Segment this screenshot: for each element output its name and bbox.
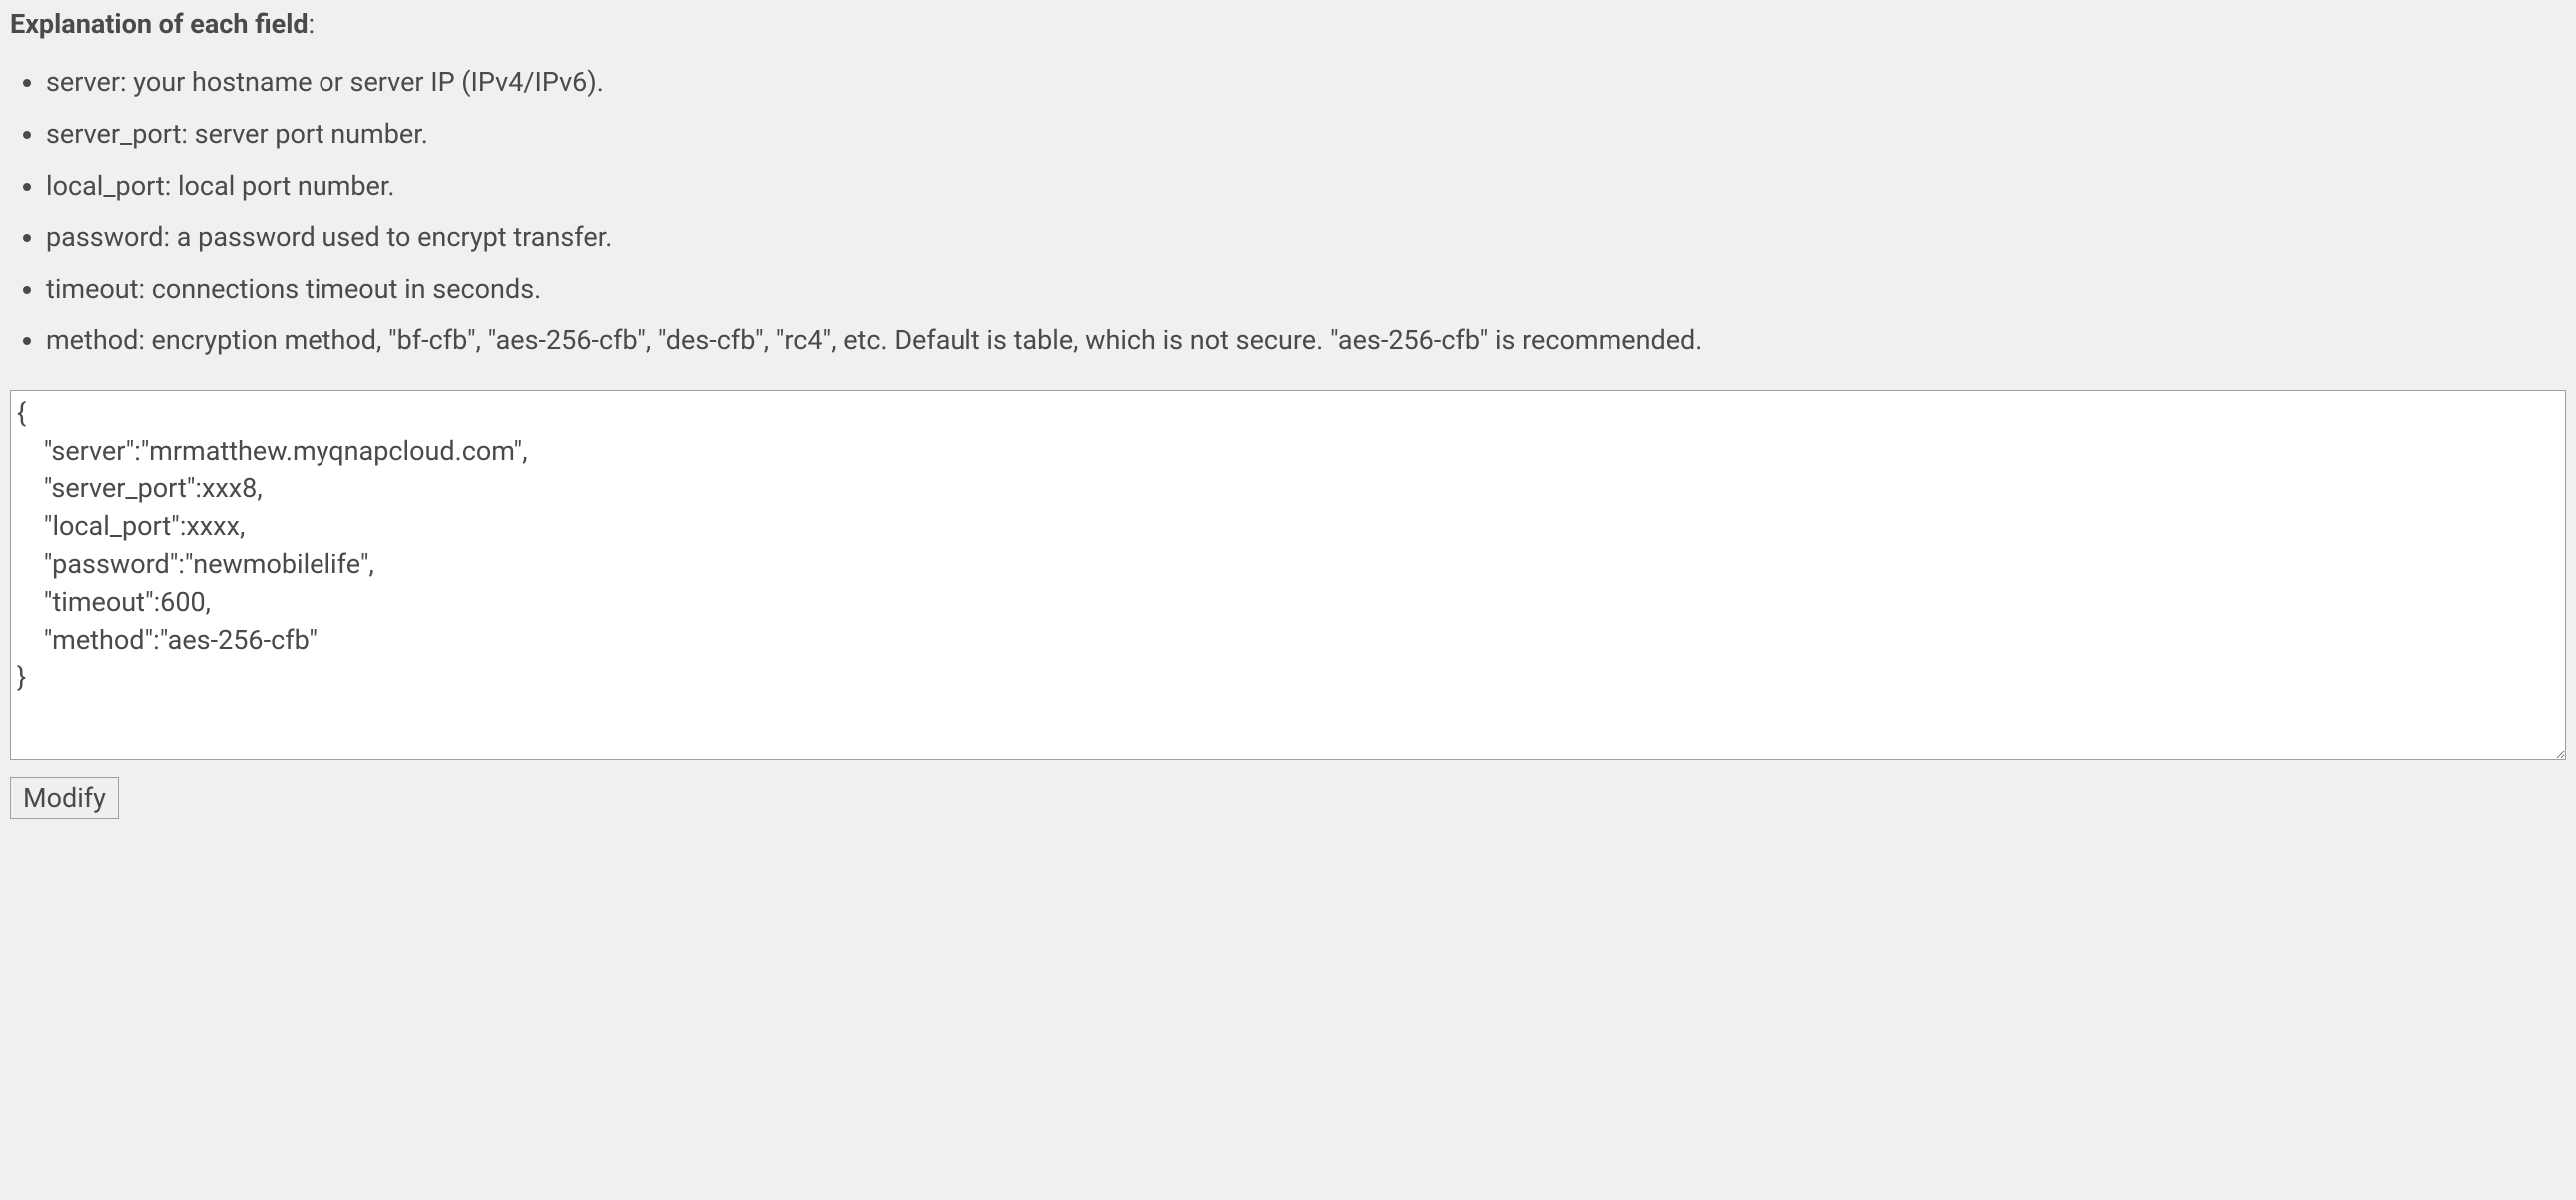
config-json-textarea[interactable]: { "server":"mrmatthew.myqnapcloud.com", …	[10, 390, 2566, 760]
list-item: timeout: connections timeout in seconds.	[46, 271, 2566, 308]
list-item: local_port: local port number.	[46, 168, 2566, 206]
list-item: server: your hostname or server IP (IPv4…	[46, 64, 2566, 102]
list-item: method: encryption method, "bf-cfb", "ae…	[46, 322, 2566, 360]
modify-button[interactable]: Modify	[10, 777, 119, 819]
list-item: server_port: server port number.	[46, 116, 2566, 154]
explanation-header-suffix: :	[309, 8, 316, 40]
field-explanation-list: server: your hostname or server IP (IPv4…	[10, 64, 2566, 360]
explanation-header: Explanation of each field:	[10, 8, 2566, 40]
list-item: password: a password used to encrypt tra…	[46, 219, 2566, 257]
explanation-header-bold: Explanation of each field	[10, 8, 309, 40]
